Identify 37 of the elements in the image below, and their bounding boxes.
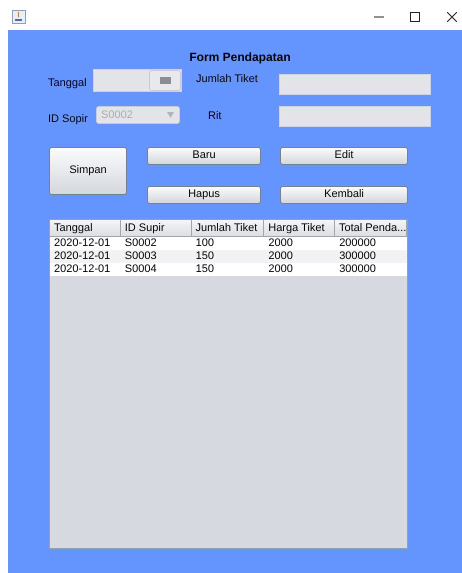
kembali-button[interactable]: Kembali: [280, 186, 408, 204]
column-header[interactable]: Tanggal: [50, 220, 121, 236]
table-cell-text: 2020-12-01: [53, 262, 112, 276]
jumlah-tiket-field[interactable]: [279, 74, 431, 95]
table-cell-text: 200000: [338, 236, 377, 250]
hapus-button[interactable]: Hapus: [147, 186, 261, 204]
table-cell-text: 150: [194, 250, 215, 262]
table-cell-text: 2020-12-01: [53, 250, 112, 262]
column-header[interactable]: Total Penda...: [335, 220, 407, 236]
edit-button[interactable]: Edit: [280, 146, 408, 164]
table-cell-text: 300000: [338, 250, 377, 262]
table-cell-text: 2020-12-01: [53, 236, 112, 250]
baru-button[interactable]: Baru: [147, 146, 261, 164]
table-cell-text: 150: [194, 262, 215, 276]
maximize-icon[interactable]: [410, 12, 420, 22]
table-cell-text: 300000: [338, 262, 377, 276]
close-icon[interactable]: [447, 12, 457, 22]
table-cell-text: S0004: [124, 262, 158, 276]
column-header[interactable]: ID Supir: [120, 220, 192, 236]
form-title: Form Pendapatan: [189, 49, 291, 66]
id-sopir-label: ID Sopir: [48, 112, 89, 127]
table-cell-text: S0003: [124, 250, 158, 262]
dropdown-arrow-icon: [167, 112, 174, 118]
table-cell-text: S0002: [124, 236, 158, 250]
jumlah-tiket-label: Jumlah Tiket: [196, 72, 259, 87]
column-header[interactable]: Harga Tiket: [264, 220, 335, 236]
calendar-button[interactable]: [149, 70, 181, 91]
table-cell-text: 2000: [267, 250, 294, 262]
rit-field[interactable]: [279, 106, 431, 127]
table-cell-text: 2000: [267, 236, 294, 250]
table-cell-text: 2000: [267, 262, 294, 276]
date-field[interactable]: [93, 69, 182, 92]
simpan-button[interactable]: Simpan: [49, 146, 127, 194]
tanggal-label: Tanggal: [48, 76, 88, 91]
column-header[interactable]: Jumlah Tiket: [192, 220, 264, 236]
table-cell-text: 100: [194, 236, 215, 250]
rit-label: Rit: [208, 109, 222, 124]
